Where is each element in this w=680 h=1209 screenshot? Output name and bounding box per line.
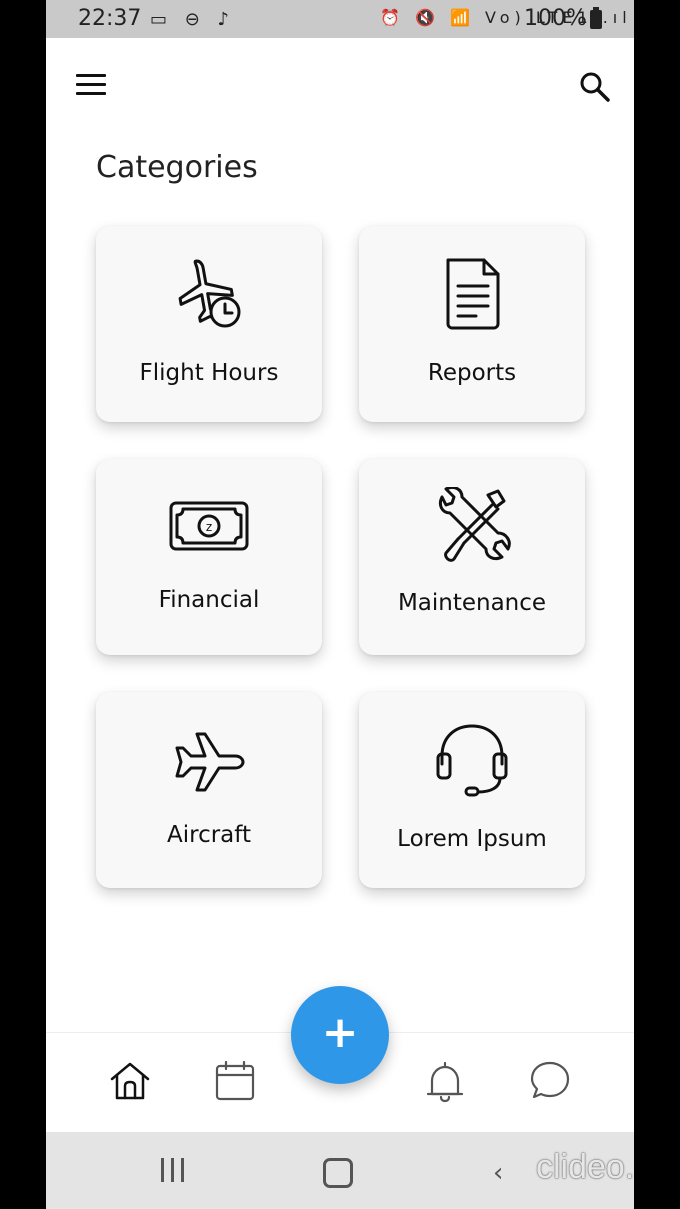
airplane-icon [169,720,249,800]
category-label: Lorem Ipsum [397,826,547,852]
plane-clock-icon [169,254,249,334]
headset-icon [432,720,512,800]
category-card-reports[interactable]: Reports [359,226,585,422]
wrench-screwdriver-icon [432,485,512,567]
chat-icon[interactable] [528,1059,572,1103]
calendar-icon[interactable] [213,1059,257,1103]
search-icon[interactable] [578,70,612,104]
home-button-icon[interactable] [323,1158,353,1188]
battery-percent: 100% [524,6,587,31]
recents-icon[interactable] [159,1158,187,1184]
category-card-aircraft[interactable]: Aircraft [96,692,322,888]
category-card-flight-hours[interactable]: Flight Hours [96,226,322,422]
status-time: 22:37 [78,6,142,31]
watermark-text: clideo.com [536,1148,634,1186]
category-label: Financial [158,587,260,613]
status-bar: 22:37 ▭ ⊖ ♪ ⏰ 🔇 📶 Vo) LTE1 .ıl 100% [46,0,634,38]
category-label: Maintenance [397,590,547,616]
battery-icon [590,7,602,29]
category-card-lorem-ipsum[interactable]: Lorem Ipsum [359,692,585,888]
page-title: Categories [96,150,258,185]
category-label: Aircraft [167,822,251,848]
category-card-maintenance[interactable]: Maintenance [359,459,585,655]
back-icon[interactable]: ‹ [493,1158,503,1188]
category-card-financial[interactable]: z Financial [96,459,322,655]
money-bill-icon: z [169,487,249,567]
app-screen: 22:37 ▭ ⊖ ♪ ⏰ 🔇 📶 Vo) LTE1 .ıl 100% Cate… [46,0,634,1209]
plus-icon: + [321,1007,359,1058]
category-label: Reports [427,360,517,386]
category-label: Flight Hours [139,360,279,386]
status-left-icons: ▭ ⊖ ♪ [150,9,236,30]
home-icon[interactable] [108,1059,152,1103]
svg-text:z: z [206,520,212,534]
add-fab-button[interactable]: + [291,986,389,1084]
document-icon [432,254,512,334]
bell-icon[interactable] [423,1059,467,1103]
hamburger-menu-icon[interactable] [76,72,108,98]
